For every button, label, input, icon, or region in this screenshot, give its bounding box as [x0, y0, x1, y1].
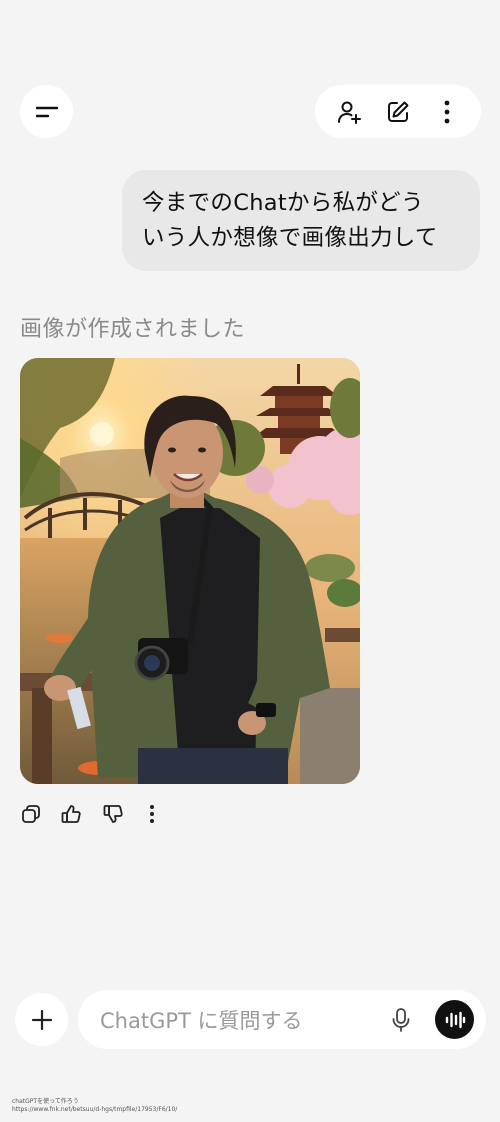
mic-icon: [392, 1008, 410, 1032]
more-vertical-icon: [444, 100, 450, 123]
image-created-status: 画像が作成されました: [20, 317, 246, 342]
thumbs-down-button[interactable]: [102, 803, 126, 827]
message-input[interactable]: [98, 990, 382, 1051]
generated-image[interactable]: [20, 358, 360, 784]
edit-icon: [387, 101, 409, 122]
plus-icon: [31, 1009, 52, 1030]
menu-icon: [35, 106, 58, 117]
message-more-button[interactable]: [148, 803, 172, 827]
composer: [78, 990, 486, 1051]
more-vertical-icon: [150, 805, 154, 823]
user-message-line: 今までのChatから私がどう: [142, 190, 424, 216]
add-person-icon: [338, 101, 362, 124]
voice-mode-icon: [445, 1011, 465, 1028]
watermark: chatGPTを使って作ろう https://www.fnk.net/betsu…: [12, 1098, 177, 1114]
dictation-button[interactable]: [388, 1006, 414, 1034]
user-message-line: いう人か想像で画像出力して: [142, 225, 438, 251]
new-chat-button[interactable]: [383, 97, 413, 127]
user-message-bubble: 今までのChatから私がどう いう人か想像で画像出力して: [122, 170, 480, 271]
voice-mode-button[interactable]: [435, 1000, 474, 1039]
watermark-line: chatGPTを使って作ろう: [12, 1098, 79, 1105]
add-person-button[interactable]: [334, 97, 364, 127]
sun-icon: [90, 422, 114, 446]
thumbs-up-icon: [61, 805, 81, 823]
thumbs-down-icon: [103, 805, 123, 823]
menu-button[interactable]: [20, 85, 73, 138]
copy-icon: [22, 805, 40, 823]
watermark-line: https://www.fnk.net/betsuu/d-hgs/tmpfile…: [12, 1106, 178, 1113]
generated-image-illustration: [20, 358, 360, 784]
copy-button[interactable]: [20, 803, 44, 827]
more-options-button[interactable]: [432, 97, 462, 127]
attach-button[interactable]: [15, 993, 68, 1046]
thumbs-up-button[interactable]: [60, 803, 84, 827]
header-actions: [315, 85, 481, 138]
